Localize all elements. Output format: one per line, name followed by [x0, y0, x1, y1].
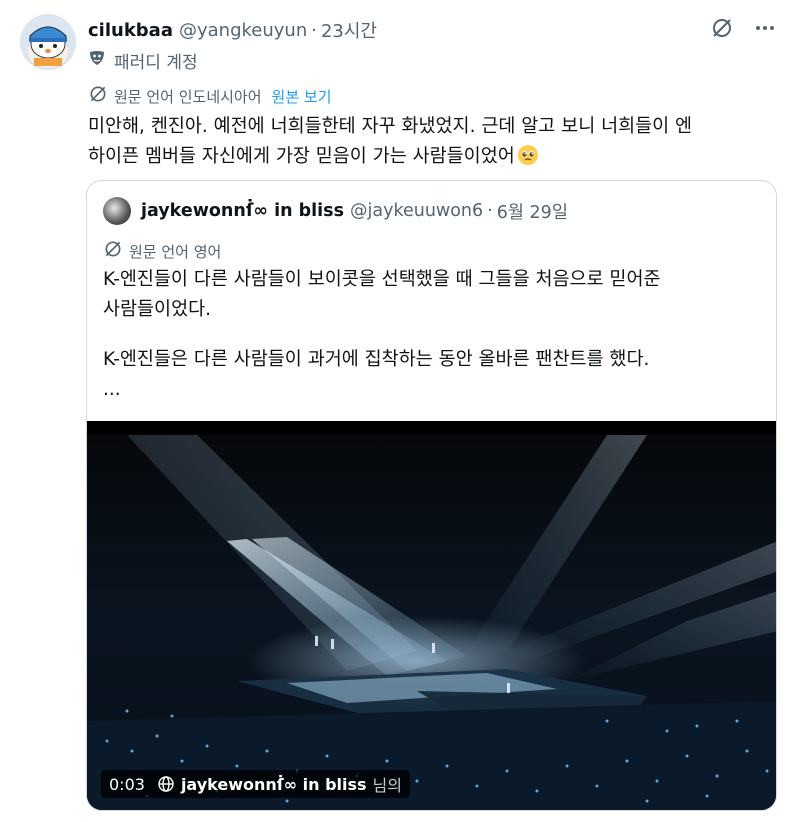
video-player[interactable]: 0:03 jaykewonnẛ∞ in bliss 님의 — [87, 421, 776, 810]
grok-icon[interactable] — [710, 16, 734, 40]
pleading-face-emoji — [517, 144, 539, 166]
video-timestamp: 0:03 — [109, 774, 145, 794]
quoted-text-line: K-엔진들이 다른 사람들이 보이콧을 선택했을 때 그들을 처음으로 믿어준 — [103, 269, 661, 290]
video-info-overlay: 0:03 jaykewonnẛ∞ in bliss 님의 — [101, 770, 410, 798]
user-handle[interactable]: @yangkeuyun — [179, 20, 307, 41]
post-text-line-content: 하이픈 멤버들 자신에게 가장 믿음이 가는 사람들이었어 — [88, 146, 515, 167]
translate-icon — [88, 84, 108, 108]
quoted-post-text: K-엔진들이 다른 사람들이 보이콧을 선택했을 때 그들을 처음으로 믿어준 … — [103, 265, 763, 405]
parody-label: 패러디 계정 — [88, 48, 198, 73]
quoted-user-handle[interactable]: @jaykeuuwon6 — [350, 201, 483, 221]
quoted-display-name[interactable]: jaykewonnẛ∞ in bliss — [141, 201, 344, 221]
separator-dot: · — [487, 201, 493, 221]
translation-notice: 원문 언어 인도네시아어 원본 보기 — [88, 84, 332, 108]
video-source-suffix: 님의 — [372, 776, 402, 795]
translate-label: 원문 언어 인도네시아어 — [114, 87, 262, 106]
display-name[interactable]: cilukbaa — [88, 20, 173, 41]
separator-dot: · — [311, 19, 317, 41]
translate-icon — [103, 239, 123, 263]
parody-text: 패러디 계정 — [114, 53, 198, 73]
quoted-avatar[interactable] — [103, 197, 131, 225]
parody-mask-icon — [88, 49, 106, 72]
quoted-post-header: jaykewonnẛ∞ in bliss @jaykeuuwon6 · 6월 2… — [103, 197, 568, 225]
video-source-name[interactable]: jaykewonnẛ∞ in bliss — [181, 775, 367, 794]
globe-icon — [157, 775, 175, 793]
avatar[interactable] — [20, 14, 76, 70]
post-actions — [710, 16, 776, 40]
quoted-post-time[interactable]: 6월 29일 — [497, 199, 568, 224]
more-icon[interactable] — [754, 17, 776, 39]
post-header: cilukbaa @yangkeuyun · 23시간 — [88, 16, 778, 44]
quoted-text-line: ... — [103, 379, 121, 400]
post-text: 미안해, 켄진아. 예전에 너희들한테 자꾸 화냈었지. 근데 알고 보니 너희… — [88, 112, 778, 172]
post-text-line: 하이픈 멤버들 자신에게 가장 믿음이 가는 사람들이었어 — [88, 142, 778, 172]
quoted-post[interactable]: jaykewonnẛ∞ in bliss @jaykeuuwon6 · 6월 2… — [86, 180, 777, 811]
post-time[interactable]: 23시간 — [321, 17, 377, 43]
post-text-line: 미안해, 켄진아. 예전에 너희들한테 자꾸 화냈었지. 근데 알고 보니 너희… — [88, 116, 693, 137]
quoted-text-line: 사람들이었다. — [103, 299, 212, 320]
translate-label: 원문 언어 영어 — [129, 242, 222, 261]
concert-video-frame — [87, 421, 776, 810]
quoted-translation-notice: 원문 언어 영어 — [103, 239, 221, 263]
quoted-text-line: K-엔진들은 다른 사람들이 과거에 집착하는 동안 올바른 팬찬트를 했다. — [103, 349, 650, 370]
show-original-link[interactable]: 원본 보기 — [272, 86, 332, 107]
